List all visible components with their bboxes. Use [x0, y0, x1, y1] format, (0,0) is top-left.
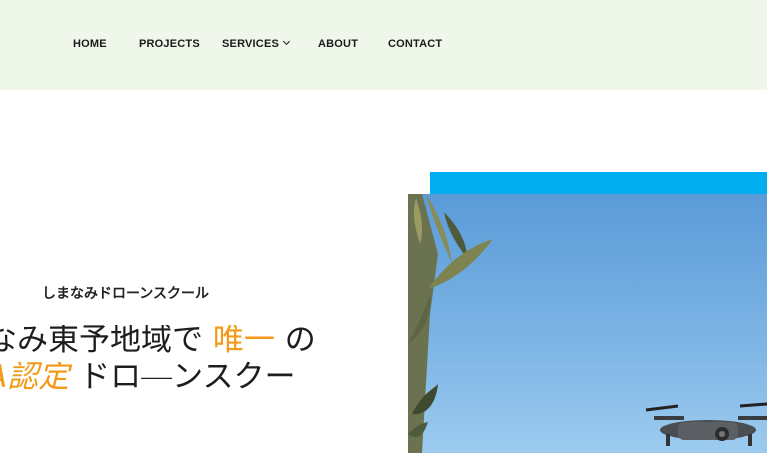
- headline-line1-post: の: [274, 325, 316, 356]
- headline-line2-accent: A認定: [0, 362, 70, 393]
- hero-headline-line2: A認定 ドロ―ンスクー: [0, 362, 346, 393]
- top-navigation: HOME PROJECTS SERVICES ABOUT CONTACT: [0, 0, 767, 90]
- hero-drone-photo: [408, 194, 767, 453]
- nav-home[interactable]: HOME: [73, 38, 107, 50]
- hero-subtitle: しまなみドローンスクール: [42, 286, 210, 302]
- nav-about[interactable]: ABOUT: [318, 38, 358, 50]
- chevron-down-icon: [282, 37, 291, 46]
- nav-contact[interactable]: CONTACT: [388, 38, 442, 50]
- headline-line2-post: ドロ―ンスクー: [69, 362, 296, 393]
- nav-services[interactable]: SERVICES: [222, 37, 291, 50]
- nav-projects[interactable]: PROJECTS: [139, 38, 200, 50]
- hero-accent-band: [430, 172, 767, 196]
- nav-services-label: SERVICES: [222, 38, 280, 50]
- hero-headline-line1: なみ東予地域で 唯一 の: [0, 325, 346, 356]
- headline-line1-accent: 唯一: [212, 325, 275, 356]
- headline-line1-pre: なみ東予地域で: [0, 325, 213, 356]
